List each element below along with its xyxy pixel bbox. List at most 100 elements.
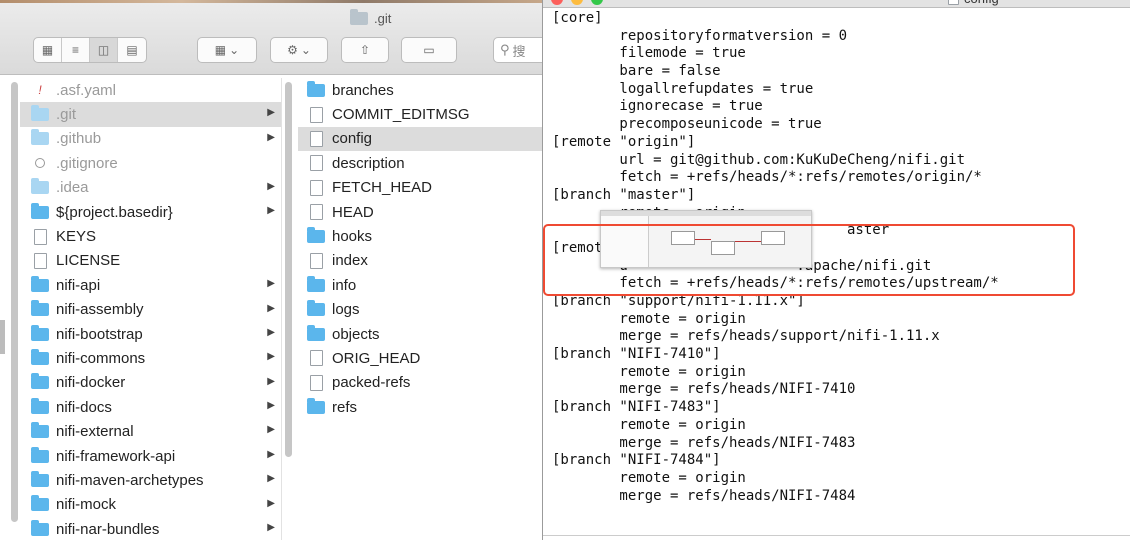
item-label: nifi-maven-archetypes [56, 471, 204, 489]
minimize-window-icon[interactable] [571, 0, 583, 5]
chevron-down-icon: ⌄ [229, 43, 240, 57]
file-list-item[interactable]: nifi-docs ▶ [20, 395, 281, 419]
file-list-item[interactable]: .idea ▶ [20, 176, 281, 200]
disclosure-arrow-icon: ▶ [267, 375, 275, 387]
zoom-window-icon[interactable] [591, 0, 603, 5]
search-field[interactable]: ⚲ 搜 [493, 37, 545, 63]
code-line: [branch "NIFI-7410"] [552, 346, 721, 363]
file-list-item[interactable]: config [298, 126, 545, 152]
file-list-item[interactable]: nifi-external ▶ [20, 419, 281, 443]
item-label: nifi-assembly [56, 301, 144, 319]
code-line: remote = origin [552, 363, 746, 380]
item-label: .github [56, 130, 102, 148]
file-list-item[interactable]: LICENSE [20, 249, 281, 273]
file-list-item[interactable]: KEYS [20, 224, 281, 248]
folder-icon [306, 397, 326, 414]
item-label: ${project.basedir} [56, 203, 173, 221]
icon-view-icon[interactable]: ▦ [34, 38, 62, 62]
item-label: packed-refs [332, 374, 411, 392]
file-list-item[interactable]: .gitignore [20, 151, 281, 175]
code-line: [core] [552, 10, 603, 26]
finder-window: .git ▦ ≡ ◫ ▤ ▦ ⌄ ⚙ ⌄ ⇧ ▭ ⚲ 搜 ! .asf.yaml.… [0, 0, 545, 540]
parent-folder-column: ! .asf.yaml .git ▶ .github ▶ .gitignore .idea ▶ $… [20, 78, 282, 540]
disclosure-arrow-icon: ▶ [267, 473, 275, 485]
list-view-icon[interactable]: ≡ [62, 38, 90, 62]
code-line: [branch "master"] [552, 186, 696, 203]
disclosure-arrow-icon: ▶ [267, 107, 275, 119]
item-label: info [332, 276, 357, 294]
gallery-view-icon[interactable]: ▤ [118, 38, 146, 62]
code-line: [branch "NIFI-7483"] [552, 399, 721, 416]
item-label: config [332, 130, 373, 148]
file-list-item[interactable]: info [298, 273, 545, 297]
disclosure-arrow-icon: ▶ [267, 424, 275, 436]
file-list-item[interactable]: HEAD [298, 200, 545, 224]
file-list-item[interactable]: ! .asf.yaml [20, 78, 281, 102]
file-list-item[interactable]: packed-refs [298, 371, 545, 395]
item-label: LICENSE [56, 252, 121, 270]
file-list-item[interactable]: .github ▶ [20, 127, 281, 151]
file-list-item[interactable]: ${project.basedir} ▶ [20, 200, 281, 224]
file-list-item[interactable]: COMMIT_EDITMSG [298, 102, 545, 126]
window-edge-marker [0, 320, 5, 354]
folder-icon [30, 470, 50, 487]
close-window-icon[interactable] [551, 0, 563, 5]
share-button[interactable]: ⇧ [341, 37, 389, 63]
column-view-icon[interactable]: ◫ [90, 38, 118, 62]
file-list-item[interactable]: objects [298, 322, 545, 346]
file-list-item[interactable]: nifi-assembly ▶ [20, 298, 281, 322]
folder-icon [306, 275, 326, 292]
code-line: remote = origin [552, 310, 746, 327]
file-list-item[interactable]: nifi-framework-api ▶ [20, 444, 281, 468]
file-list-item[interactable]: index [298, 249, 545, 273]
window-title-label: .git [374, 10, 392, 26]
file-list-item[interactable]: nifi-commons ▶ [20, 346, 281, 370]
item-label: .gitignore [56, 154, 118, 172]
scrollbar[interactable] [285, 82, 292, 457]
scrollbar[interactable] [11, 82, 18, 522]
file-list-item[interactable]: logs [298, 298, 545, 322]
file-list-item[interactable]: branches [298, 78, 545, 102]
code-line: logallrefupdates = true [552, 80, 814, 97]
file-list-item[interactable]: nifi-maven-archetypes ▶ [20, 468, 281, 492]
code-line: bare = false [552, 63, 721, 80]
item-label: .git [56, 106, 77, 124]
folder-icon [306, 300, 326, 317]
code-line: [branch "NIFI-7484"] [552, 452, 721, 469]
file-list-item[interactable]: ORIG_HEAD [298, 346, 545, 370]
item-label: COMMIT_EDITMSG [332, 106, 470, 124]
folder-icon [30, 275, 50, 292]
disclosure-arrow-icon: ▶ [267, 326, 275, 338]
editor-title: config [948, 0, 999, 6]
file-list-item[interactable]: description [298, 151, 545, 175]
file-list-item[interactable]: hooks [298, 224, 545, 248]
file-list-item[interactable]: nifi-mock ▶ [20, 493, 281, 517]
grid-icon: ▦ [214, 43, 227, 57]
file-list-item[interactable]: .git ▶ [20, 102, 281, 127]
file-list-item[interactable]: refs [298, 395, 545, 419]
gitignore-file-icon [30, 158, 50, 169]
file-list-item[interactable]: nifi-docker ▶ [20, 371, 281, 395]
folder-icon [30, 300, 50, 317]
document-icon [306, 204, 326, 221]
file-list-item[interactable]: nifi-bootstrap ▶ [20, 322, 281, 346]
code-line: remote = origin [552, 416, 746, 433]
action-menu-button[interactable]: ⚙ ⌄ [270, 37, 328, 63]
annotation-highlight-box [543, 224, 1075, 296]
item-label: nifi-nar-bundles [56, 520, 160, 538]
item-label: refs [332, 398, 358, 416]
git-folder-column: branches COMMIT_EDITMSGconfig description F… [298, 78, 545, 540]
disclosure-arrow-icon: ▶ [267, 522, 275, 534]
group-by-button[interactable]: ▦ ⌄ [197, 37, 257, 63]
disclosure-arrow-icon: ▶ [267, 180, 275, 192]
code-line: repositoryformatversion = 0 [552, 27, 848, 44]
document-icon [306, 179, 326, 196]
search-icon: ⚲ [500, 42, 510, 57]
file-list-item[interactable]: nifi-nar-bundles ▶ [20, 517, 281, 540]
file-list-item[interactable]: nifi-api ▶ [20, 273, 281, 297]
tags-button[interactable]: ▭ [401, 37, 457, 63]
file-list-item[interactable]: FETCH_HEAD [298, 176, 545, 200]
editor-file-name: config [964, 0, 999, 6]
code-line: ignorecase = true [552, 98, 763, 115]
disclosure-arrow-icon: ▶ [267, 448, 275, 460]
